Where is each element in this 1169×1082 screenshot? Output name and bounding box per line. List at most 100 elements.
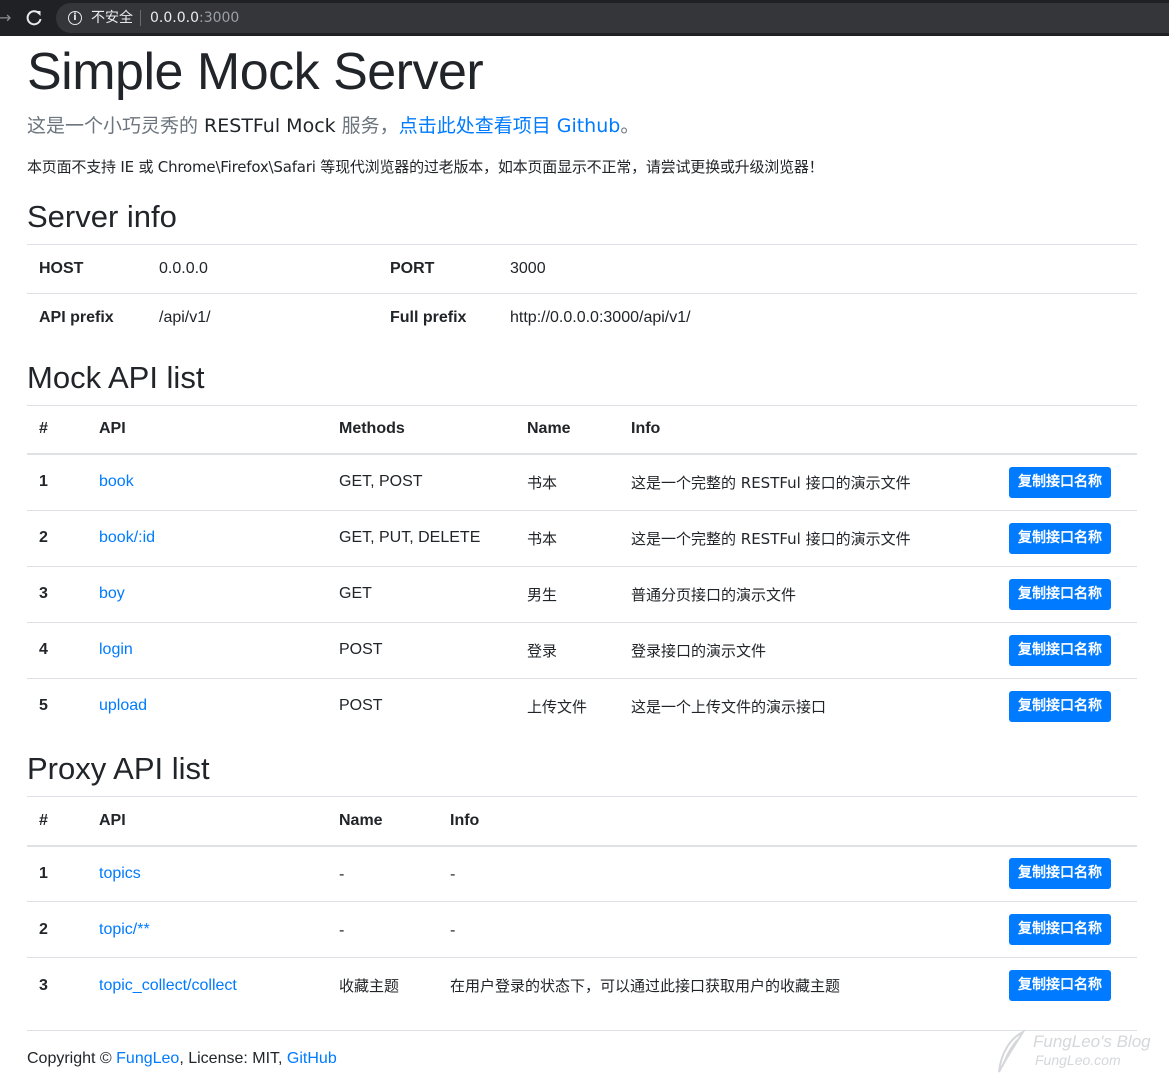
api-name: 上传文件 <box>515 677 619 734</box>
column-header: Methods <box>327 404 515 455</box>
api-link[interactable]: login <box>99 641 133 658</box>
api-link[interactable]: book/:id <box>99 529 155 546</box>
page-container: Simple Mock Server 这是一个小巧灵秀的 RESTFul Moc… <box>27 36 1137 1014</box>
copy-api-name-button[interactable]: 复制接口名称 <box>1009 578 1111 610</box>
table-row: 5 upload POST 上传文件 这是一个上传文件的演示接口 复制接口名称 <box>27 677 1137 734</box>
github-project-link[interactable]: 点击此处查看项目 Github <box>399 115 621 137</box>
row-number: 1 <box>27 845 87 902</box>
row-number: 3 <box>27 957 87 1014</box>
table-row: 3 topic_collect/collect 收藏主题 在用户登录的状态下，可… <box>27 957 1137 1014</box>
reload-icon[interactable] <box>24 8 44 28</box>
copy-api-name-button[interactable]: 复制接口名称 <box>1009 690 1111 722</box>
api-methods: GET, POST <box>327 453 515 510</box>
copy-api-name-button[interactable]: 复制接口名称 <box>1009 634 1111 666</box>
author-link[interactable]: FungLeo <box>116 1050 179 1067</box>
table-row: 1 book GET, POST 书本 这是一个完整的 RESTFul 接口的演… <box>27 453 1137 510</box>
table-row: 4 login POST 登录 登录接口的演示文件 复制接口名称 <box>27 621 1137 678</box>
url-text[interactable]: 0.0.0.0:3000 <box>150 10 239 26</box>
github-link[interactable]: GitHub <box>287 1050 337 1067</box>
api-link[interactable]: topic_collect/collect <box>99 977 237 994</box>
feather-logo-icon <box>998 1029 1026 1073</box>
forward-arrow-icon[interactable]: → <box>0 8 12 28</box>
copy-api-name-button[interactable]: 复制接口名称 <box>1009 466 1111 498</box>
column-header: API <box>87 404 327 455</box>
api-info: 登录接口的演示文件 <box>619 621 997 678</box>
table-header-row: # API Name Info <box>27 796 1137 847</box>
lead-text: 这是一个小巧灵秀的 RESTFul Mock 服务，点击此处查看项目 Githu… <box>27 112 1137 140</box>
api-link[interactable]: topic/** <box>99 921 150 938</box>
info-icon[interactable]: i <box>68 11 82 25</box>
host-value: 0.0.0.0 <box>147 244 378 294</box>
mock-api-heading: Mock API list <box>27 359 205 395</box>
watermark-title: FungLeo's Blog <box>1033 1032 1151 1051</box>
copy-api-name-button[interactable]: 复制接口名称 <box>1009 970 1111 1002</box>
column-header: # <box>27 796 87 847</box>
row-number: 4 <box>27 621 87 678</box>
column-header: Name <box>515 404 619 455</box>
browser-notice: 本页面不支持 IE 或 Chrome\Firefox\Safari 等现代浏览器… <box>27 158 824 176</box>
column-header-actions <box>997 796 1137 847</box>
api-methods: GET, PUT, DELETE <box>327 509 515 566</box>
api-name: 书本 <box>515 453 619 510</box>
api-info: 普通分页接口的演示文件 <box>619 565 997 622</box>
api-name: - <box>327 901 438 958</box>
host-label: HOST <box>27 244 147 294</box>
api-name: 书本 <box>515 509 619 566</box>
address-divider <box>140 10 141 26</box>
api-link[interactable]: upload <box>99 697 147 714</box>
lead-suffix: 服务， <box>335 115 399 137</box>
blog-watermark: FungLeo's Blog FungLeo.com <box>993 1028 1163 1076</box>
api-link[interactable]: topics <box>99 865 141 882</box>
column-header: Name <box>327 796 438 847</box>
api-methods: GET <box>327 565 515 622</box>
lead-end: 。 <box>620 115 640 137</box>
table-row: 3 boy GET 男生 普通分页接口的演示文件 复制接口名称 <box>27 565 1137 622</box>
port-value: 3000 <box>498 244 1137 294</box>
api-methods: POST <box>327 677 515 734</box>
row-number: 1 <box>27 453 87 510</box>
license-text: , License: MIT, <box>179 1050 287 1067</box>
row-number: 5 <box>27 677 87 734</box>
api-prefix-label: API prefix <box>27 293 147 343</box>
browser-toolbar: → i 不安全 0.0.0.0:3000 <box>0 0 1169 36</box>
copy-api-name-button[interactable]: 复制接口名称 <box>1009 858 1111 890</box>
api-name: - <box>327 845 438 902</box>
address-bar[interactable]: i 不安全 0.0.0.0:3000 <box>56 3 1169 33</box>
table-row: API prefix /api/v1/ Full prefix http://0… <box>27 293 1137 343</box>
column-header: Info <box>438 796 997 847</box>
page-title: Simple Mock Server <box>27 43 484 101</box>
url-host: 0.0.0.0 <box>150 10 199 26</box>
row-number: 3 <box>27 565 87 622</box>
column-header: # <box>27 404 87 455</box>
url-port: :3000 <box>198 10 240 26</box>
table-row: 2 topic/** - - 复制接口名称 <box>27 901 1137 958</box>
lead-tech: RESTFul Mock <box>204 115 336 137</box>
mock-api-table: # API Methods Name Info 1 book GET, POST… <box>27 404 1137 734</box>
api-info: - <box>438 901 997 958</box>
api-link[interactable]: boy <box>99 585 125 602</box>
api-info: 这是一个上传文件的演示接口 <box>619 677 997 734</box>
server-info-table: HOST 0.0.0.0 PORT 3000 API prefix /api/v… <box>27 244 1137 343</box>
security-label[interactable]: 不安全 <box>91 10 133 26</box>
table-row: 2 book/:id GET, PUT, DELETE 书本 这是一个完整的 R… <box>27 509 1137 566</box>
copy-api-name-button[interactable]: 复制接口名称 <box>1009 522 1111 554</box>
proxy-api-heading: Proxy API list <box>27 751 210 786</box>
proxy-api-table: # API Name Info 1 topics - - 复制接口名称 2 to… <box>27 796 1137 1014</box>
table-row: HOST 0.0.0.0 PORT 3000 <box>27 244 1137 294</box>
api-prefix-value: /api/v1/ <box>147 293 378 343</box>
copyright-text: Copyright © <box>27 1050 117 1067</box>
api-info: - <box>438 845 997 902</box>
watermark-domain: FungLeo.com <box>1035 1052 1121 1068</box>
api-link[interactable]: book <box>99 473 134 490</box>
column-header: Info <box>619 404 997 455</box>
api-name: 男生 <box>515 565 619 622</box>
row-number: 2 <box>27 901 87 958</box>
page-footer: Copyright © FungLeo, License: MIT, GitHu… <box>27 1030 1137 1069</box>
api-info: 这是一个完整的 RESTFul 接口的演示文件 <box>619 453 997 510</box>
api-info: 这是一个完整的 RESTFul 接口的演示文件 <box>619 509 997 566</box>
copy-api-name-button[interactable]: 复制接口名称 <box>1009 914 1111 945</box>
column-header-actions <box>997 404 1137 455</box>
port-label: PORT <box>378 244 498 294</box>
api-info: 在用户登录的状态下，可以通过此接口获取用户的收藏主题 <box>438 957 997 1014</box>
api-name: 收藏主题 <box>327 957 438 1014</box>
